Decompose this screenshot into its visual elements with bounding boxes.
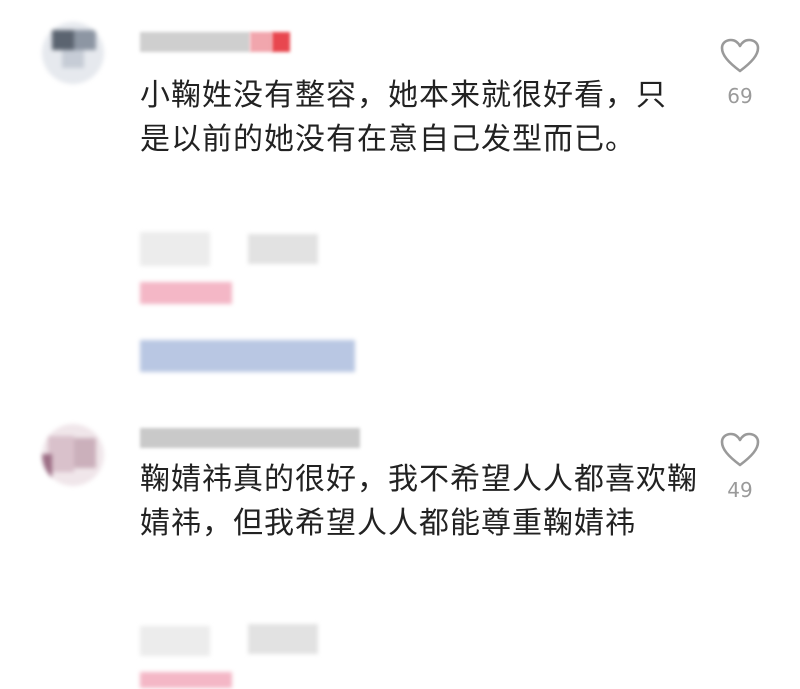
- like-count: 69: [727, 84, 753, 108]
- heart-outline-icon[interactable]: [720, 38, 760, 74]
- view-more-replies-blurred[interactable]: [140, 340, 355, 372]
- heart-outline-icon[interactable]: [720, 432, 760, 468]
- avatar[interactable]: [42, 22, 104, 84]
- comment-text: 小鞠姓没有整容，她本来就很好看，只是以前的她没有在意自己发型而已。: [140, 78, 667, 157]
- comment-text: 鞠婧祎真的很好，我不希望人人都喜欢鞠婧祎，但我希望人人都能尊重鞠婧祎: [140, 462, 698, 541]
- comment-item: 小鞠姓没有整容，她本来就很好看，只是以前的她没有在意自己发型而已。 69: [0, 0, 800, 400]
- username-blurred[interactable]: [140, 428, 360, 448]
- comment-item: 鞠婧祎真的很好，我不希望人人都喜欢鞠婧祎，但我希望人人都能尊重鞠婧祎 49: [0, 400, 800, 689]
- avatar[interactable]: [42, 424, 104, 486]
- like-count: 49: [727, 478, 753, 502]
